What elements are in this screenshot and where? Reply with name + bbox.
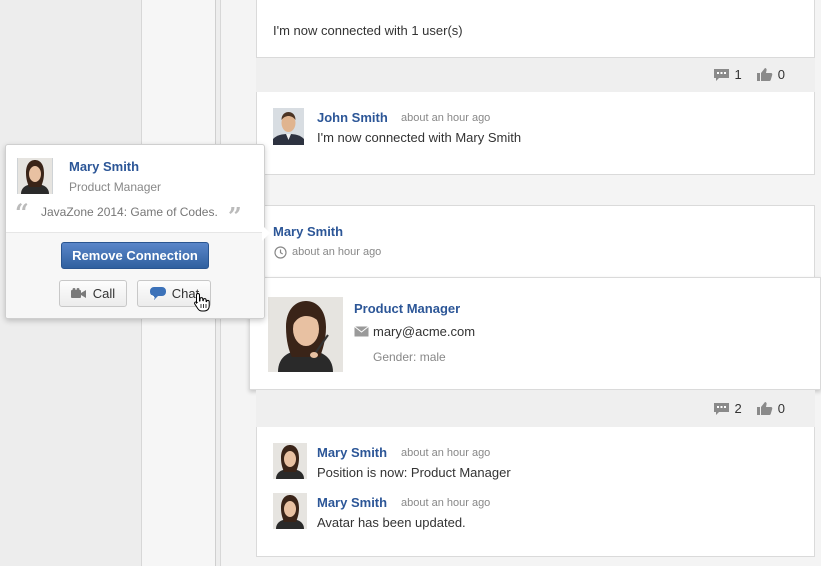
mary-entry-time: about an hour ago: [401, 497, 491, 509]
top-post-stats-bar: 1 0: [256, 57, 815, 93]
mary-avatar[interactable]: [273, 443, 307, 479]
top-post-likes[interactable]: 0: [756, 67, 785, 82]
john-time: about an hour ago: [401, 112, 491, 124]
thumbs-up-icon: [756, 68, 773, 81]
john-entry-text: I'm now connected with Mary Smith: [317, 130, 522, 145]
popover-quote: JavaZone 2014: Game of Codes.: [41, 205, 218, 219]
profile-tooltip: Product Manager mary@acme.com Gender: ma…: [249, 277, 821, 390]
mary-entry-name-link[interactable]: Mary Smith: [317, 445, 387, 460]
connection-popover: Mary Smith Product Manager “ JavaZone 20…: [5, 144, 270, 319]
mary-post-comments[interactable]: 2: [713, 401, 742, 416]
mary-entry-text: Position is now: Product Manager: [317, 465, 511, 480]
john-entry-card: John Smith about an hour ago I'm now con…: [256, 92, 815, 175]
mary-post-likes[interactable]: 0: [756, 401, 785, 416]
mary-entry-name-link[interactable]: Mary Smith: [317, 495, 387, 510]
top-post-card: I'm now connected with 1 user(s): [256, 0, 815, 58]
popover-arrow: [262, 225, 270, 241]
comment-icon: [713, 68, 729, 81]
mary-small-avatar-image: [18, 158, 52, 194]
call-button-label: Call: [92, 286, 116, 301]
clock-icon: [274, 246, 287, 259]
mary-avatar[interactable]: [273, 493, 307, 529]
mary-post-stats-bar: 2 0: [256, 390, 815, 428]
mary-small-avatar-image: [273, 493, 307, 529]
profile-tooltip-email[interactable]: mary@acme.com: [373, 324, 475, 339]
call-button[interactable]: Call: [59, 280, 127, 307]
remove-connection-button[interactable]: Remove Connection: [61, 242, 209, 269]
mary-entries-card: Mary Smith about an hour ago Position is…: [256, 427, 815, 557]
open-quote-icon: “: [15, 198, 29, 227]
top-post-text: I'm now connected with 1 user(s): [273, 23, 463, 38]
close-quote-icon: ”: [228, 202, 242, 231]
mary-post-name-link[interactable]: Mary Smith: [273, 224, 343, 239]
comment-icon: [713, 402, 729, 415]
profile-tooltip-gender: Gender: male: [373, 350, 446, 364]
profile-tooltip-avatar: [268, 297, 343, 372]
john-avatar-image: [273, 108, 304, 145]
mary-large-avatar-image: [268, 297, 343, 372]
mary-post-time: about an hour ago: [292, 246, 382, 258]
mary-entry-text: Avatar has been updated.: [317, 515, 466, 530]
popover-title: Product Manager: [69, 180, 162, 194]
mary-post-comment-count: 2: [734, 401, 742, 416]
hand-cursor-icon: [194, 292, 210, 312]
chat-bubble-icon: [149, 287, 166, 300]
popover-name-link[interactable]: Mary Smith: [69, 159, 139, 174]
video-camera-icon: [70, 288, 86, 298]
john-name-link[interactable]: John Smith: [317, 110, 388, 125]
mary-entry-time: about an hour ago: [401, 447, 491, 459]
mary-small-avatar-image: [273, 443, 307, 479]
profile-tooltip-title[interactable]: Product Manager: [354, 301, 460, 316]
john-avatar[interactable]: [273, 108, 304, 145]
popover-avatar[interactable]: [17, 158, 53, 194]
mary-post-card: Mary Smith about an hour ago: [256, 205, 815, 280]
envelope-icon: [354, 326, 369, 337]
thumbs-up-icon: [756, 402, 773, 415]
top-post-comment-count: 1: [734, 67, 742, 82]
top-post-like-count: 0: [777, 67, 785, 82]
top-post-comments[interactable]: 1: [713, 67, 742, 82]
mary-post-like-count: 0: [777, 401, 785, 416]
